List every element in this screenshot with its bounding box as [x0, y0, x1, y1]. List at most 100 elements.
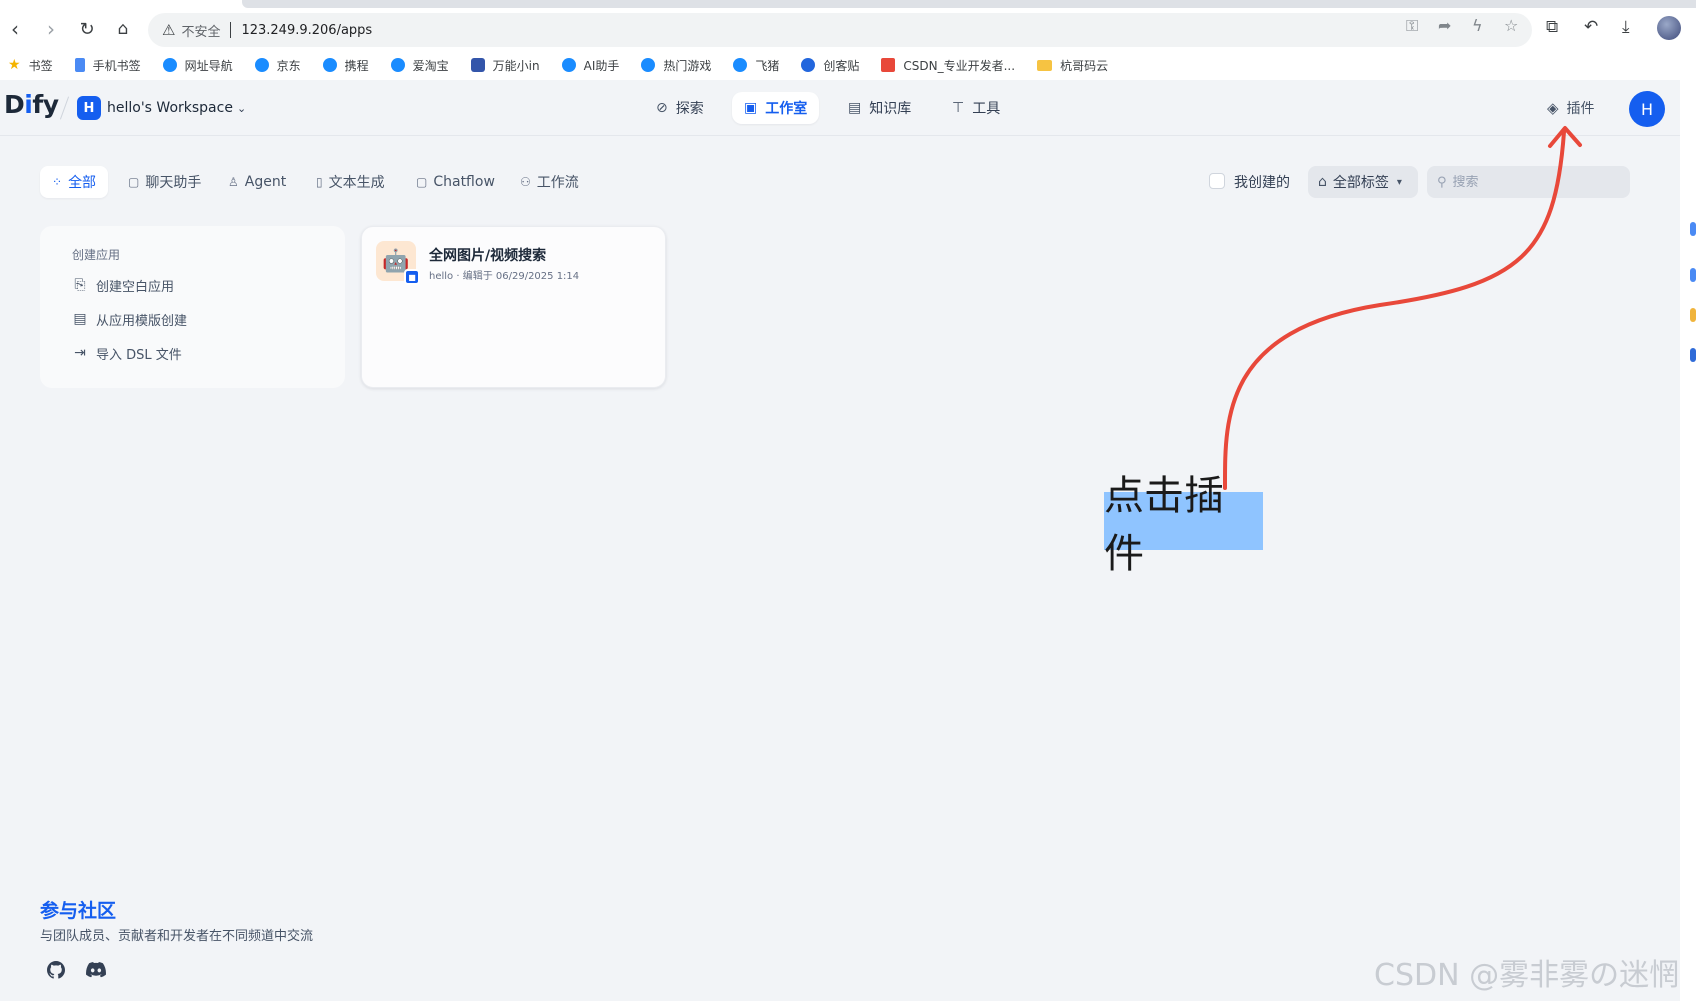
- bookmark-label: 书签: [28, 58, 53, 73]
- bookmark-item[interactable]: 万能小in: [470, 57, 540, 74]
- edge-icon: [733, 58, 748, 72]
- create-app-title: 创建应用: [72, 248, 121, 262]
- robot-icon: ▣: [744, 100, 758, 116]
- forward-icon[interactable]: ›: [36, 14, 66, 44]
- side-icon-4: [1690, 348, 1696, 362]
- app-card[interactable]: 🤖 ■ 全网图片/视频搜索 hello · 编辑于 06/29/2025 1:1…: [361, 226, 666, 388]
- github-icon[interactable]: [44, 958, 68, 982]
- bookmark-item[interactable]: CSDN_专业开发者...: [881, 57, 1015, 74]
- filter-workflow[interactable]: ⚇ 工作流: [508, 166, 591, 198]
- bookmark-item[interactable]: 杭哥码云: [1037, 57, 1108, 74]
- download-icon[interactable]: ⤓: [1622, 17, 1630, 37]
- bookmark-label: 热门游戏: [663, 58, 712, 73]
- search-input[interactable]: [1452, 174, 1613, 190]
- nav-explore[interactable]: ⊘ 探索: [644, 92, 716, 124]
- bookmark-item[interactable]: 热门游戏: [641, 57, 711, 74]
- discord-icon[interactable]: [84, 958, 108, 982]
- side-icon-3: [1690, 308, 1696, 322]
- insecure-label: 不安全: [181, 24, 221, 40]
- filter-text-label: 文本生成: [328, 175, 385, 191]
- bookmark-item[interactable]: 创客贴: [801, 57, 859, 74]
- bookmark-item[interactable]: 飞猪: [733, 57, 779, 74]
- chat-icon: ▢: [128, 175, 140, 189]
- share-icon[interactable]: ➦: [1438, 16, 1451, 35]
- dify-app: Dify H hello's Workspace ⌄ ⊘ 探索 ▣ 工作室 ▤ …: [0, 80, 1680, 1001]
- nav-studio-label: 工作室: [765, 101, 808, 117]
- create-template-label: 从应用模版创建: [96, 313, 188, 329]
- import-dsl-file[interactable]: ⇥ 导入 DSL 文件: [72, 341, 345, 365]
- bookmark-item[interactable]: AI助手: [561, 57, 619, 74]
- edge-icon: [390, 58, 405, 72]
- workflow-icon: ⚇: [520, 175, 531, 189]
- side-icon-1: [1690, 222, 1696, 236]
- edge-icon: [641, 58, 656, 72]
- logo-accent-letter: i: [24, 90, 33, 119]
- bookmark-label: 网址导航: [184, 58, 233, 73]
- bookmark-label: 万能小in: [492, 58, 540, 73]
- logo-divider: [59, 96, 70, 120]
- create-from-template[interactable]: ▤ 从应用模版创建: [72, 307, 345, 331]
- nav-studio[interactable]: ▣ 工作室: [732, 92, 820, 124]
- browser-profile-avatar[interactable]: [1657, 16, 1681, 40]
- bookmark-item[interactable]: 手机书签: [74, 57, 141, 74]
- filter-workflow-label: 工作流: [536, 175, 579, 191]
- filter-text-generation[interactable]: ▯ 文本生成: [304, 166, 397, 198]
- grid-icon: ⁘: [52, 175, 63, 189]
- nav-explore-label: 探索: [675, 101, 704, 117]
- bookmark-label: 京东: [276, 58, 301, 73]
- filter-all-label: 全部: [68, 175, 97, 191]
- book-icon: ▤: [848, 100, 862, 116]
- back-icon[interactable]: ‹: [0, 14, 30, 44]
- filter-all[interactable]: ⁘ 全部: [40, 166, 109, 198]
- nav-knowledge[interactable]: ▤ 知识库: [836, 92, 923, 124]
- nav-tools[interactable]: ⊤ 工具: [940, 92, 1012, 124]
- bookmark-item[interactable]: ★ 书签: [8, 57, 53, 74]
- bookmark-item[interactable]: 携程: [322, 57, 369, 74]
- app-meta: hello · 编辑于 06/29/2025 1:14: [429, 271, 580, 282]
- create-app-card: 创建应用 ⎘ 创建空白应用 ▤ 从应用模版创建 ⇥ 导入 DSL 文件: [40, 226, 345, 388]
- filter-chat-label: 聊天助手: [145, 175, 202, 191]
- user-avatar[interactable]: H: [1629, 91, 1665, 127]
- community-description: 与团队成员、贡献者和开发者在不同频道中交流: [40, 929, 314, 944]
- side-icon-2: [1690, 268, 1696, 282]
- creator-icon: [801, 58, 816, 72]
- search-box[interactable]: ⚲: [1427, 166, 1630, 198]
- warning-icon: ⚠: [162, 21, 176, 39]
- bookmark-item[interactable]: 网址导航: [162, 57, 233, 74]
- filter-chatflow[interactable]: ▢ Chatflow: [404, 166, 507, 198]
- plugins-button[interactable]: ◈ 插件: [1547, 94, 1595, 122]
- key-icon[interactable]: ⚿: [1406, 16, 1418, 36]
- chevron-down-icon: ⌄: [236, 101, 247, 115]
- bookmark-item[interactable]: 京东: [254, 57, 301, 74]
- create-blank-app[interactable]: ⎘ 创建空白应用: [72, 273, 345, 297]
- bookmark-label: 创客贴: [823, 58, 860, 73]
- template-icon: ▤: [73, 311, 87, 327]
- browser-chrome: ‹ › ↻ ⌂ ⚠ 不安全 123.249.9.206/apps ⚿ ➦ ϟ ☆…: [0, 8, 1696, 80]
- tag-filter-select[interactable]: ⌂ 全部标签 ▾: [1308, 166, 1418, 198]
- workspace-badge: H: [77, 96, 101, 120]
- chat-badge-icon: ■: [404, 269, 420, 285]
- dify-logo[interactable]: Dify: [4, 90, 59, 119]
- extensions-icon[interactable]: ⧉: [1546, 17, 1558, 37]
- filter-agent[interactable]: ♙ Agent: [216, 166, 298, 198]
- reload-icon[interactable]: ↻: [72, 14, 102, 44]
- url-text[interactable]: 123.249.9.206/apps: [241, 23, 372, 38]
- created-by-me-checkbox[interactable]: [1209, 173, 1225, 189]
- undo-menu-icon[interactable]: ↶: [1584, 17, 1598, 37]
- edge-icon: [254, 58, 269, 72]
- chatflow-icon: ▢: [416, 175, 428, 189]
- bookmark-label: CSDN_专业开发者...: [903, 58, 1016, 73]
- edge-icon: [322, 58, 337, 72]
- home-icon[interactable]: ⌂: [108, 14, 138, 44]
- bookmark-item[interactable]: 爱淘宝: [390, 57, 449, 74]
- workspace-name: hello's Workspace: [107, 100, 233, 116]
- filter-chat-assistant[interactable]: ▢ 聊天助手: [116, 166, 213, 198]
- edge-icon: [561, 58, 576, 72]
- bookmark-star-icon[interactable]: ☆: [1504, 16, 1518, 35]
- bookmark-label: 爱淘宝: [412, 58, 449, 73]
- address-bar[interactable]: ⚠ 不安全 123.249.9.206/apps: [148, 13, 1532, 47]
- workspace-selector[interactable]: H hello's Workspace ⌄: [77, 95, 246, 121]
- folder-icon: [1037, 59, 1053, 71]
- lightning-icon[interactable]: ϟ: [1472, 16, 1483, 35]
- nav-knowledge-label: 知识库: [869, 101, 912, 117]
